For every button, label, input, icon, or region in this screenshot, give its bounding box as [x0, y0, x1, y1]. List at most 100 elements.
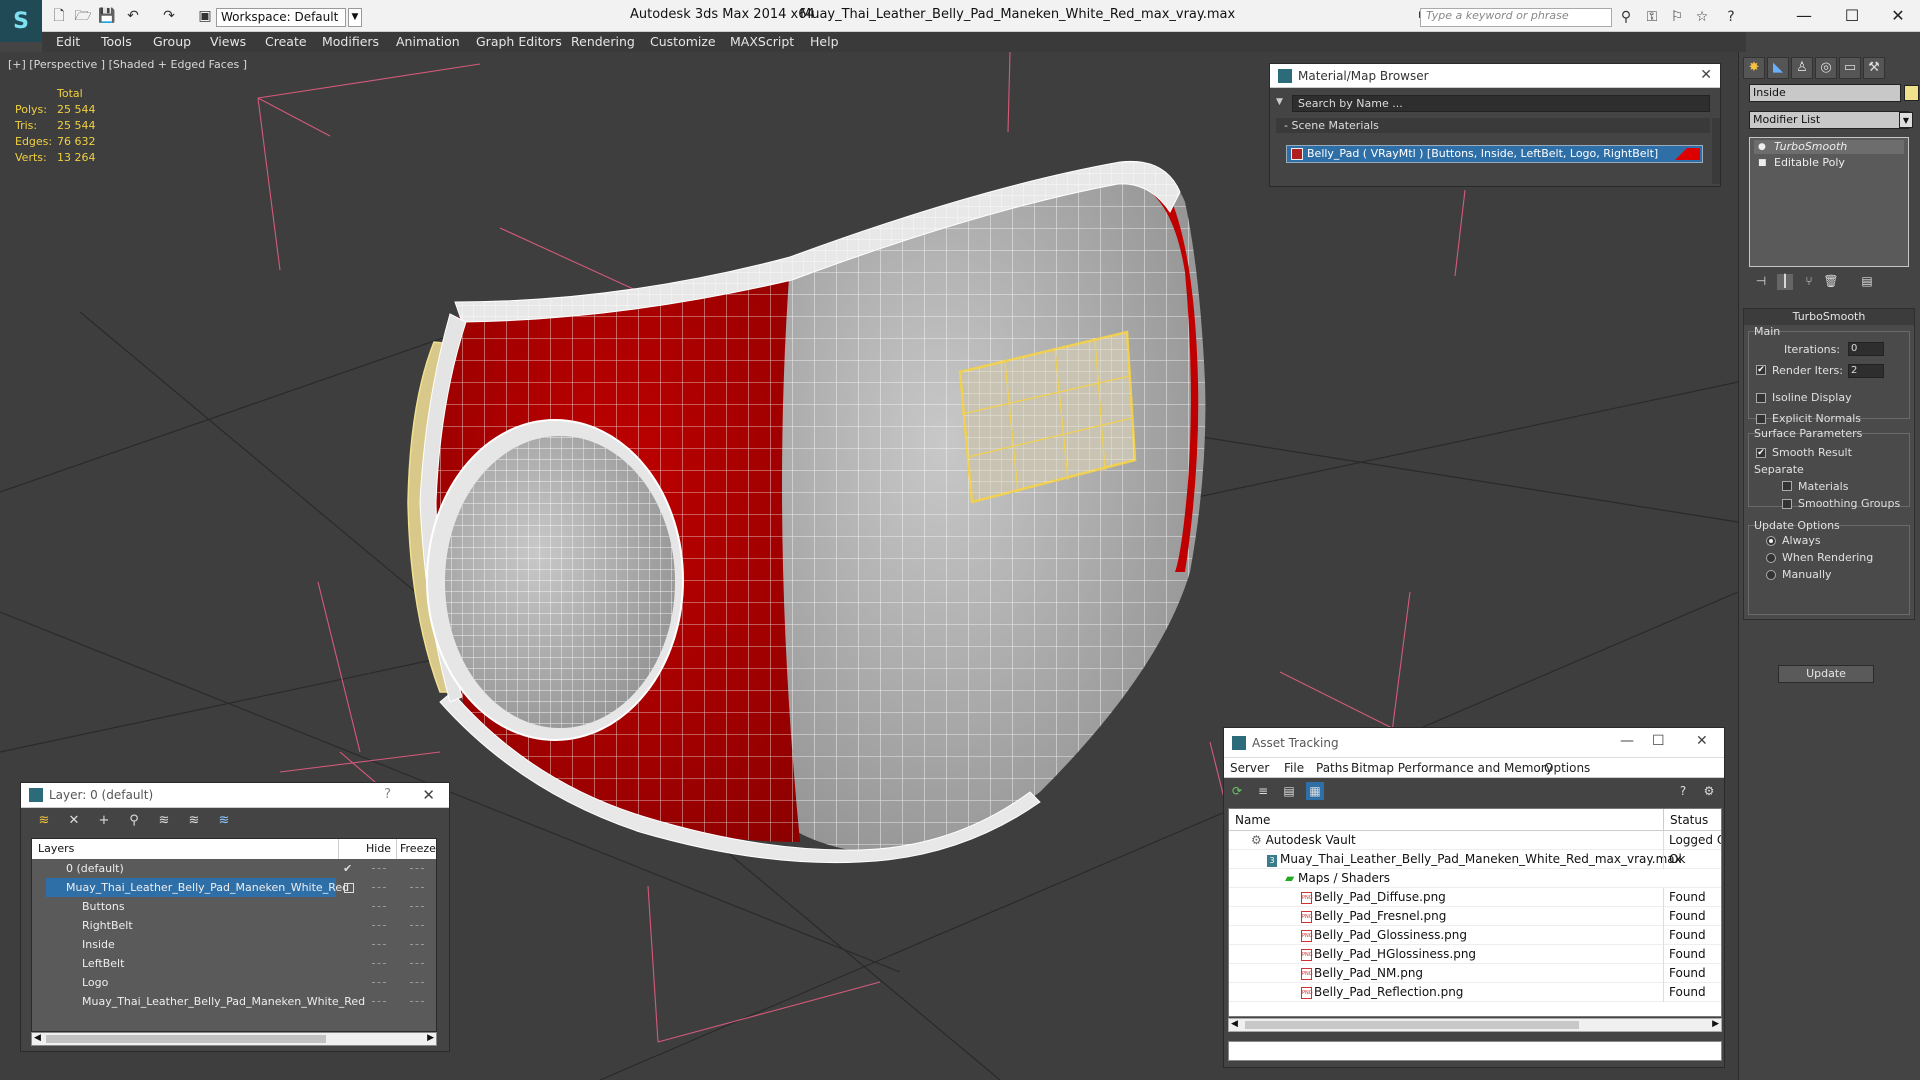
details-view-icon[interactable]: ▤ [1280, 782, 1298, 800]
add-to-layer-icon[interactable]: + [95, 813, 113, 829]
help-icon[interactable]: ? [1674, 782, 1692, 800]
hide-column-header[interactable]: Hide [366, 842, 391, 855]
delete-layer-icon[interactable]: ✕ [65, 813, 83, 829]
asset-row[interactable]: PNGBelly_Pad_Diffuse.png Found [1229, 888, 1721, 907]
render-iters-checkbox[interactable]: ✔ [1756, 365, 1766, 375]
menu-maxscript[interactable]: MAXScript [730, 34, 794, 49]
create-layer-icon[interactable]: ≋ [35, 813, 53, 829]
chevron-left-icon[interactable]: ◀ [34, 1033, 41, 1043]
pin-stack-icon[interactable]: ⊣ [1753, 274, 1769, 290]
asset-row[interactable]: PNGBelly_Pad_Fresnel.png Found [1229, 907, 1721, 926]
asset-row[interactable]: ⚙ Autodesk Vault Logged Ou [1229, 831, 1721, 850]
manually-radio[interactable] [1766, 570, 1776, 580]
freeze-column-header[interactable]: Freeze [400, 842, 436, 855]
new-file-icon[interactable]: 🗋 [50, 7, 68, 25]
horizontal-scrollbar[interactable]: ◀ ▶ [1228, 1018, 1722, 1032]
material-search-input[interactable]: Search by Name ... [1292, 95, 1710, 112]
workspace-dropdown[interactable]: Workspace: Default [216, 8, 346, 27]
list-view-icon[interactable]: ≡ [1254, 782, 1272, 800]
layer-row[interactable]: LeftBelt [32, 954, 436, 973]
save-file-icon[interactable]: 💾 [98, 7, 116, 25]
close-button[interactable]: ✕ [1876, 2, 1920, 30]
when-rendering-radio[interactable] [1766, 553, 1776, 563]
select-objects-icon[interactable]: ⚲ [125, 813, 143, 829]
minimize-button[interactable]: — [1782, 2, 1826, 30]
menu-rendering[interactable]: Rendering [571, 34, 635, 49]
status-column-header[interactable]: Status [1663, 809, 1708, 831]
maximize-button[interactable]: ☐ [1652, 733, 1665, 749]
hide-all-icon[interactable]: ≋ [185, 813, 203, 829]
menu-group[interactable]: Group [153, 34, 191, 49]
viewport-label[interactable]: [+] [Perspective ] [Shaded + Edged Faces… [8, 58, 247, 71]
material-browser-titlebar[interactable]: Material/Map Browser ✕ [1270, 64, 1720, 88]
rollout-title[interactable]: TurboSmooth [1744, 309, 1914, 325]
star-icon[interactable]: ☆ [1693, 8, 1711, 26]
explicit-normals-checkbox[interactable] [1756, 414, 1766, 424]
redo-icon[interactable]: ↷ [160, 7, 178, 25]
isoline-display-checkbox[interactable] [1756, 393, 1766, 403]
stack-item-editable-poly[interactable]: ■ Editable Poly [1754, 156, 1904, 170]
create-tab-icon[interactable]: ✸ [1743, 57, 1765, 79]
menu-file[interactable]: File [1284, 761, 1304, 775]
communication-icon[interactable]: ⚐ [1668, 8, 1686, 26]
asset-path-field[interactable] [1228, 1041, 1722, 1061]
scrollbar-thumb[interactable] [1245, 1021, 1579, 1029]
hierarchy-tab-icon[interactable]: ♙ [1791, 57, 1813, 79]
help-icon[interactable]: ? [1722, 8, 1740, 26]
layer-row[interactable]: RightBelt [32, 916, 436, 935]
asset-tracking-titlebar[interactable]: Asset Tracking — ☐ ✕ [1224, 728, 1724, 758]
remove-modifier-icon[interactable]: 🗑 [1823, 274, 1839, 290]
modifier-list-dropdown[interactable]: Modifier List [1749, 111, 1909, 129]
help-icon[interactable]: ? [384, 787, 391, 802]
undo-icon[interactable]: ↶ [124, 7, 142, 25]
asset-row[interactable]: PNGBelly_Pad_HGlossiness.png Found [1229, 945, 1721, 964]
render-iters-spinner[interactable]: 2 [1848, 364, 1884, 378]
menu-graph-editors[interactable]: Graph Editors [476, 34, 562, 49]
layer-row[interactable]: Inside [32, 935, 436, 954]
chevron-left-icon[interactable]: ◀ [1231, 1019, 1238, 1029]
menu-server[interactable]: Server [1230, 761, 1269, 775]
horizontal-scrollbar[interactable]: ◀ ▶ [31, 1032, 437, 1046]
binoculars-icon[interactable]: ⚲ [1617, 8, 1635, 26]
smooth-result-checkbox[interactable]: ✔ [1756, 448, 1766, 458]
asset-row[interactable]: PNGBelly_Pad_NM.png Found [1229, 964, 1721, 983]
always-radio[interactable] [1766, 536, 1776, 546]
layers-column-header[interactable]: Layers [38, 842, 74, 855]
layer-dialog-titlebar[interactable]: Layer: 0 (default) ? ✕ [21, 783, 449, 808]
object-color-swatch[interactable] [1904, 85, 1919, 101]
keyword-search-input[interactable]: Type a keyword or phrase [1420, 8, 1612, 27]
asset-row[interactable]: PNGBelly_Pad_Reflection.png Found [1229, 983, 1721, 1002]
menu-views[interactable]: Views [210, 34, 246, 49]
maximize-button[interactable]: ☐ [1830, 2, 1874, 30]
chevron-down-icon[interactable]: ▼ [1276, 97, 1283, 107]
modify-tab-icon[interactable]: ◣ [1767, 57, 1789, 79]
lightbulb-icon[interactable]: ● [1758, 140, 1766, 154]
layer-row[interactable]: Muay_Thai_Leather_Belly_Pad_Maneken_Whit… [32, 992, 436, 1011]
highlight-layer-icon[interactable]: ≋ [155, 813, 173, 829]
open-file-icon[interactable]: 🗁 [74, 7, 92, 25]
menu-help[interactable]: Help [810, 34, 839, 49]
layer-row[interactable]: Logo [32, 973, 436, 992]
smoothing-groups-checkbox[interactable] [1782, 499, 1792, 509]
project-folder-icon[interactable]: ▣ [196, 7, 214, 25]
expand-icon[interactable]: ■ [1758, 156, 1767, 170]
materials-checkbox[interactable] [1782, 481, 1792, 491]
menu-options[interactable]: Options [1544, 761, 1590, 775]
chevron-right-icon[interactable]: ▶ [1712, 1019, 1719, 1029]
close-icon[interactable]: ✕ [422, 786, 435, 804]
refresh-icon[interactable]: ⟳ [1228, 782, 1246, 800]
make-unique-icon[interactable]: ⑂ [1801, 274, 1817, 290]
context-help-icon[interactable]: ⚙ [1700, 782, 1718, 800]
layer-row[interactable]: Buttons [32, 897, 436, 916]
close-icon[interactable]: ✕ [1700, 67, 1712, 83]
belly-pad-mesh[interactable] [419, 160, 1206, 864]
close-button[interactable]: ✕ [1696, 733, 1708, 749]
asset-row[interactable]: ▰ Maps / Shaders [1229, 869, 1721, 888]
menu-animation[interactable]: Animation [396, 34, 460, 49]
menu-paths[interactable]: Paths [1316, 761, 1349, 775]
menu-create[interactable]: Create [265, 34, 307, 49]
asset-row[interactable]: PNGBelly_Pad_Glossiness.png Found [1229, 926, 1721, 945]
scene-materials-section[interactable]: - Scene Materials [1276, 118, 1710, 133]
stack-item-turbosmooth[interactable]: ● TurboSmooth [1754, 140, 1904, 154]
material-item[interactable]: Belly_Pad ( VRayMtl ) [Buttons, Inside, … [1286, 145, 1703, 163]
